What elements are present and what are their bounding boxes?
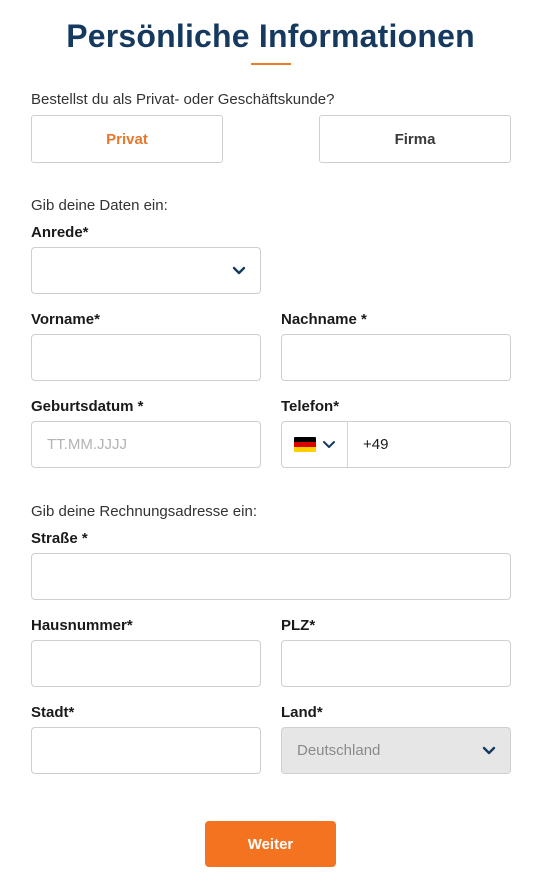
housenumber-input[interactable] (32, 641, 260, 686)
phone-input[interactable] (348, 422, 510, 467)
privat-option-button[interactable]: Privat (31, 115, 223, 163)
city-label: Stadt* (31, 704, 75, 721)
city-field[interactable] (31, 727, 261, 774)
title-underline (251, 63, 291, 65)
country-code-select[interactable] (282, 422, 348, 467)
chevron-down-icon (322, 440, 335, 448)
firma-option-button[interactable]: Firma (319, 115, 511, 163)
phone-number-wrap (348, 422, 510, 467)
birthdate-field[interactable] (31, 421, 261, 468)
firstname-field[interactable] (31, 334, 261, 381)
city-input[interactable] (32, 728, 260, 773)
billing-section-label: Gib deine Rechnungsadresse ein: (31, 503, 257, 520)
housenumber-label: Hausnummer* (31, 617, 133, 634)
zip-input[interactable] (282, 641, 510, 686)
birthdate-input[interactable] (32, 422, 260, 467)
street-input[interactable] (32, 554, 510, 599)
housenumber-field[interactable] (31, 640, 261, 687)
chevron-down-icon (232, 266, 246, 274)
zip-label: PLZ* (281, 617, 316, 634)
next-button[interactable]: Weiter (205, 821, 336, 867)
phone-label: Telefon* (281, 398, 340, 415)
lastname-field[interactable] (281, 334, 511, 381)
street-field[interactable] (31, 553, 511, 600)
birthdate-label: Geburtsdatum * (31, 398, 144, 415)
page-title: Persönliche Informationen (66, 18, 475, 54)
country-value: Deutschland (297, 742, 381, 759)
salutation-select[interactable] (31, 247, 261, 294)
lastname-input[interactable] (282, 335, 510, 380)
lastname-label: Nachname * (281, 311, 367, 328)
street-label: Straße * (31, 530, 88, 547)
personal-section-label: Gib deine Daten ein: (31, 197, 168, 214)
chevron-down-icon (482, 746, 496, 754)
firstname-input[interactable] (32, 335, 260, 380)
country-label: Land* (281, 704, 323, 721)
salutation-label: Anrede* (31, 224, 89, 241)
firstname-label: Vorname* (31, 311, 100, 328)
germany-flag-icon (293, 437, 316, 452)
country-select[interactable]: Deutschland (281, 727, 511, 774)
phone-field[interactable] (281, 421, 511, 468)
customer-type-question: Bestellst du als Privat- oder Geschäftsk… (31, 91, 335, 108)
zip-field[interactable] (281, 640, 511, 687)
